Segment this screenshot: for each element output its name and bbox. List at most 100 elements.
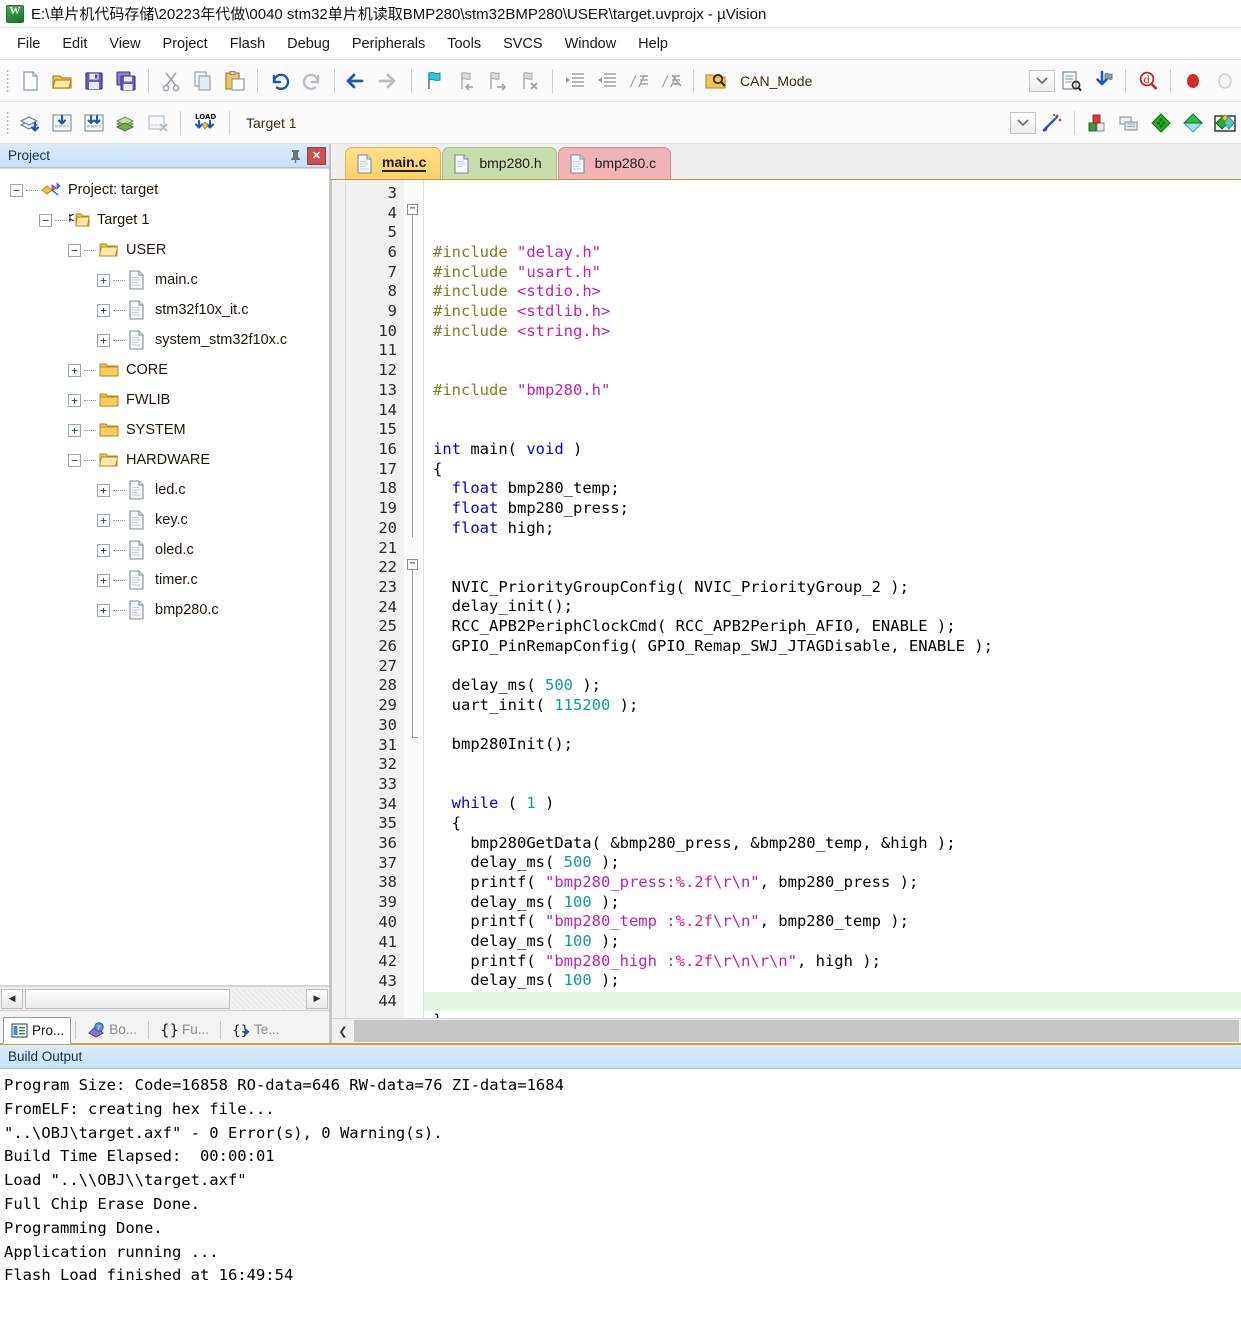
pin-icon[interactable]	[286, 147, 304, 165]
zoom-find-icon[interactable]: d	[1133, 66, 1163, 96]
expand-icon[interactable]: +	[97, 513, 110, 527]
collapse-icon[interactable]: −	[10, 183, 23, 197]
tree-item-fwlib[interactable]: + FWLIB	[4, 385, 329, 415]
chevron-down-icon[interactable]	[1010, 111, 1036, 134]
menu-item-file[interactable]: File	[6, 32, 51, 56]
copy-icon[interactable]	[188, 66, 218, 96]
comment-icon[interactable]: //	[624, 66, 654, 96]
insert-bookmark-icon[interactable]	[1088, 66, 1118, 96]
manage-multi-project-icon[interactable]	[1114, 108, 1144, 138]
editor-tab-bmp280-c[interactable]: bmp280.c	[557, 146, 672, 179]
collapse-icon[interactable]: −	[68, 243, 81, 257]
close-icon[interactable]: ✕	[307, 146, 326, 165]
bookmark-toggle-icon[interactable]	[419, 66, 449, 96]
bookmark-next-icon[interactable]	[483, 66, 513, 96]
toolbar-grip[interactable]	[6, 68, 10, 93]
tree-item-hardware[interactable]: − HARDWARE	[4, 445, 329, 475]
menu-item-debug[interactable]: Debug	[276, 32, 341, 56]
bookmark-prev-icon[interactable]	[451, 66, 481, 96]
tree-item-system-stm32f10x-c[interactable]: + system_stm32f10x.c	[4, 325, 329, 355]
project-tree-hscrollbar[interactable]: ◀ ▶	[0, 986, 329, 1010]
save-icon[interactable]	[79, 66, 109, 96]
tree-item-led-c[interactable]: + led.c	[4, 475, 329, 505]
tree-item-main-c[interactable]: + main.c	[4, 265, 329, 295]
menu-item-flash[interactable]: Flash	[219, 32, 276, 56]
menu-item-peripherals[interactable]: Peripherals	[341, 32, 436, 56]
expand-icon[interactable]: +	[68, 393, 81, 407]
idle-icon[interactable]	[1210, 66, 1240, 96]
arrow-right-icon[interactable]: ▶	[306, 988, 328, 1009]
build-output-log[interactable]: Program Size: Code=16858 RO-data=646 RW-…	[0, 1069, 1241, 1311]
fold-toggle-line-14[interactable]: −	[407, 203, 418, 215]
tree-item-timer-c[interactable]: + timer.c	[4, 565, 329, 595]
manage-project-items-icon[interactable]	[1082, 108, 1112, 138]
new-file-icon[interactable]	[15, 66, 45, 96]
batch-build-icon[interactable]	[111, 108, 141, 138]
save-all-icon[interactable]	[111, 66, 141, 96]
editor-hscrollbar[interactable]: ❮	[331, 1018, 1241, 1043]
expand-icon[interactable]: +	[68, 423, 81, 437]
tree-item-oled-c[interactable]: + oled.c	[4, 535, 329, 565]
expand-icon[interactable]: +	[97, 573, 110, 587]
pack-select-icon[interactable]	[1210, 108, 1240, 138]
tree-item-key-c[interactable]: + key.c	[4, 505, 329, 535]
bookmark-clear-icon[interactable]	[515, 66, 545, 96]
menu-item-view[interactable]: View	[98, 32, 151, 56]
tree-item-bmp280-c[interactable]: + bmp280.c	[4, 595, 329, 625]
tree-item-system[interactable]: + SYSTEM	[4, 415, 329, 445]
editor-tab-bmp280-h[interactable]: bmp280.h	[442, 146, 557, 179]
tree-item-core[interactable]: + CORE	[4, 355, 329, 385]
tree-item-project-target[interactable]: − Project: target	[4, 175, 329, 205]
pack-installer-icon[interactable]	[1146, 108, 1176, 138]
menu-item-svcs[interactable]: SVCS	[492, 32, 554, 56]
menu-item-window[interactable]: Window	[554, 32, 628, 56]
expand-icon[interactable]: +	[97, 483, 110, 497]
find-in-files-icon[interactable]	[701, 66, 731, 96]
navigate-forward-icon[interactable]	[374, 66, 404, 96]
build-icon[interactable]	[47, 108, 77, 138]
menu-item-tools[interactable]: Tools	[436, 32, 492, 56]
code-fold-gutter[interactable]: − −	[404, 179, 424, 1019]
scrollbar-thumb[interactable]	[354, 1020, 1239, 1043]
expand-icon[interactable]: +	[97, 303, 110, 317]
tree-item-user[interactable]: − USER	[4, 235, 329, 265]
stop-icon[interactable]	[1178, 66, 1208, 96]
stop-build-icon[interactable]	[143, 108, 173, 138]
cut-icon[interactable]	[156, 66, 186, 96]
fold-toggle-line-32[interactable]: −	[407, 558, 418, 570]
toolbar-grip[interactable]	[6, 110, 10, 135]
pack-manage-icon[interactable]	[1178, 108, 1208, 138]
can-mode-combo-value[interactable]: CAN_Mode	[732, 73, 820, 89]
code-text[interactable]: #include "delay.h" #include "usart.h" #inc…	[424, 179, 1241, 1019]
expand-icon[interactable]: +	[68, 363, 81, 377]
configuration-wizard-icon[interactable]	[1056, 66, 1086, 96]
project-tree[interactable]: − Project: target − Target 1 − USER + main.c + st…	[0, 168, 329, 986]
rebuild-all-icon[interactable]	[79, 108, 109, 138]
scrollbar-track[interactable]	[232, 988, 306, 1009]
expand-icon[interactable]: +	[97, 543, 110, 557]
navigate-back-icon[interactable]	[342, 66, 372, 96]
options-for-target-icon[interactable]	[1037, 108, 1067, 138]
chevron-left-icon[interactable]: ❮	[332, 1020, 354, 1042]
editor-body[interactable]: 3 4 5 6 7 8 9 10 11 12 13 14 15 16 17 18…	[331, 179, 1241, 1019]
uncomment-icon[interactable]: //	[656, 66, 686, 96]
editor-tab-main-c[interactable]: main.c	[345, 146, 442, 179]
menu-item-edit[interactable]: Edit	[51, 32, 98, 56]
arrow-left-icon[interactable]: ◀	[1, 988, 23, 1009]
redo-icon[interactable]	[297, 66, 327, 96]
translate-icon[interactable]	[15, 108, 45, 138]
tree-item-target-1[interactable]: − Target 1	[4, 205, 329, 235]
expand-icon[interactable]: +	[97, 273, 110, 287]
scrollbar-thumb[interactable]	[25, 988, 230, 1009]
menu-item-project[interactable]: Project	[152, 32, 219, 56]
panel-tab-pro[interactable]: Pro...	[3, 1017, 72, 1044]
collapse-icon[interactable]: −	[68, 453, 81, 467]
target-combo-value[interactable]: Target 1	[236, 113, 305, 133]
tree-item-stm32f10x-it-c[interactable]: + stm32f10x_it.c	[4, 295, 329, 325]
indent-icon[interactable]	[560, 66, 590, 96]
collapse-icon[interactable]: −	[39, 213, 52, 227]
expand-icon[interactable]: +	[97, 603, 110, 617]
panel-tab-bo[interactable]: ? Bo...	[80, 1016, 144, 1043]
load-icon[interactable]: LOAD	[188, 108, 222, 138]
undo-icon[interactable]	[265, 66, 295, 96]
